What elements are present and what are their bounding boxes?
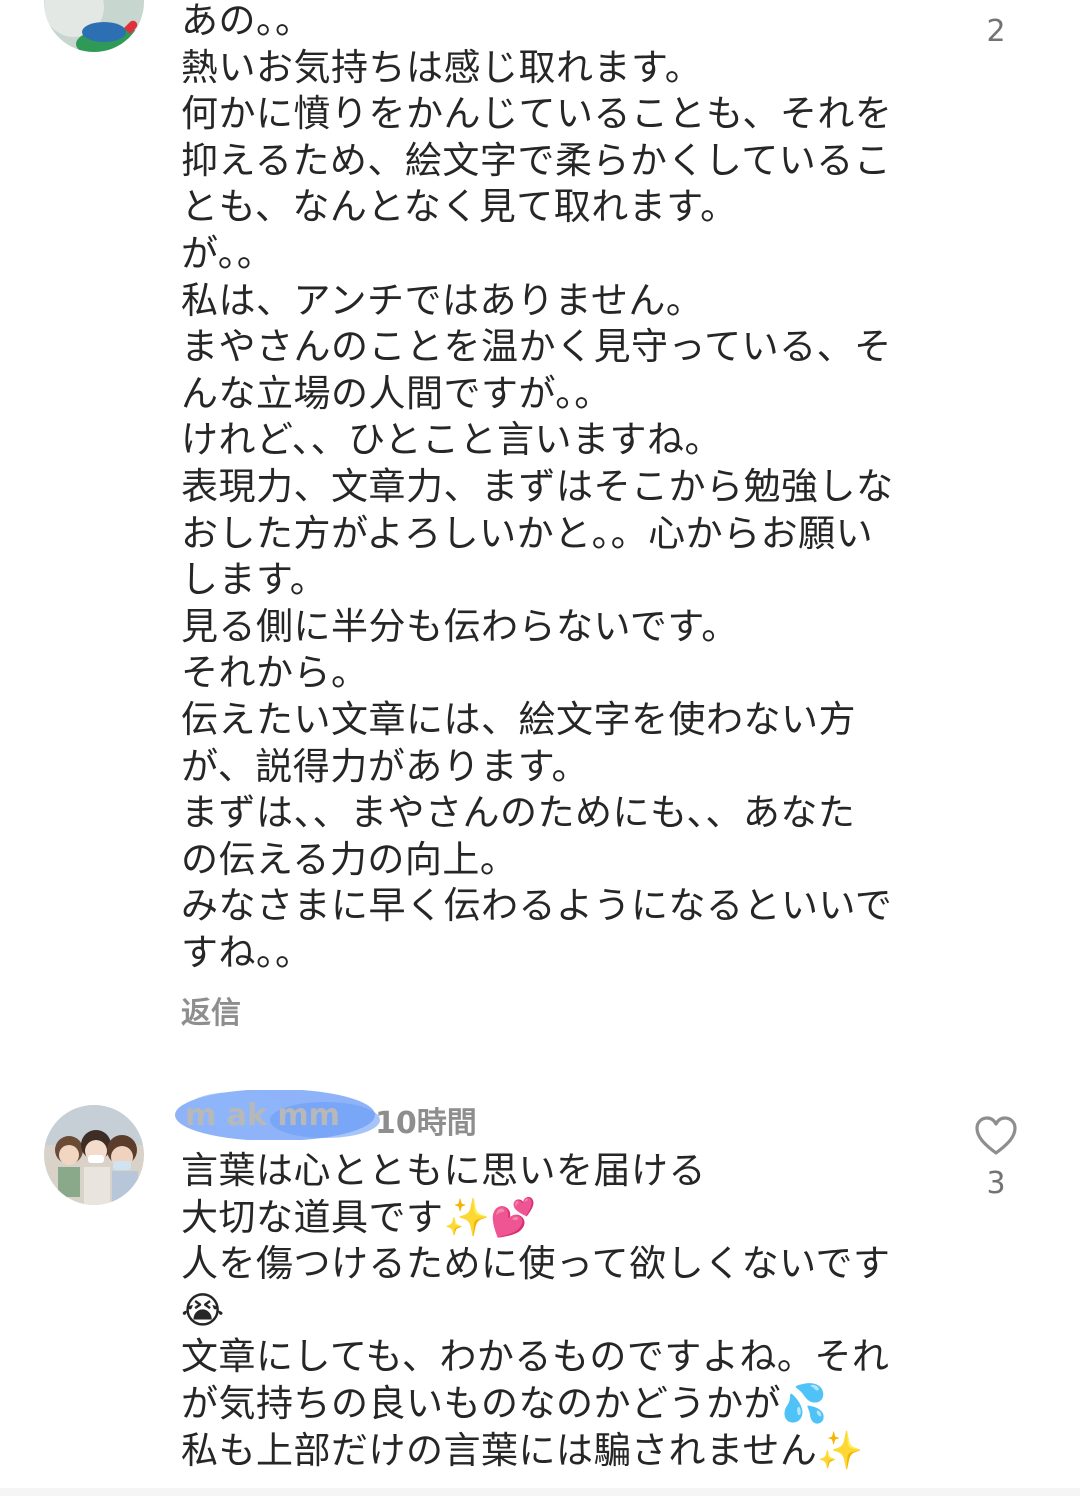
avatar-photo-icon — [44, 0, 144, 52]
reply-button[interactable]: 返信 — [181, 988, 241, 1032]
comment-item: m ak mm 10時間 3 言葉は心とともに思いを届ける 大切な道具です✨💕 … — [0, 1060, 1080, 1496]
bottom-divider — [0, 1488, 1080, 1496]
comment-meta: m ak mm 10時間 — [175, 1090, 575, 1141]
like-count: 3 — [986, 1166, 1006, 1201]
username[interactable]: m ak mm — [185, 1098, 340, 1133]
avatar[interactable] — [44, 1105, 144, 1205]
comment-item: 2 あの。。 熱いお気持ちは感じ取れます。 何かに憤りをかんじていることも、それ… — [0, 0, 1080, 1040]
heart-icon[interactable] — [974, 0, 1018, 10]
like-column: 2 — [960, 0, 1032, 50]
avatar-group-photo-icon — [44, 1105, 144, 1205]
heart-icon[interactable] — [974, 1116, 1018, 1156]
comment-text: 言葉は心とともに思いを届ける 大切な道具です✨💕 人を傷つけるために使って欲しく… — [181, 1149, 891, 1472]
avatar[interactable] — [44, 0, 144, 52]
like-column: 3 — [960, 1116, 1032, 1202]
timestamp: 10時間 — [375, 1106, 477, 1141]
like-count: 2 — [986, 14, 1006, 49]
comment-text: あの。。 熱いお気持ちは感じ取れます。 何かに憤りをかんじていることも、それを … — [181, 0, 894, 974]
